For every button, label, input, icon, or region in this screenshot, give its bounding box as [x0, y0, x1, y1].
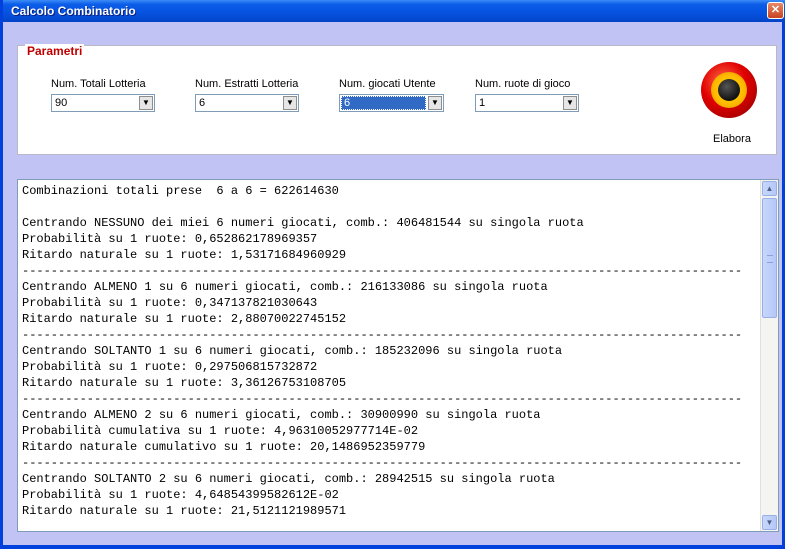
- total-numbers-select[interactable]: 90 ▼: [51, 94, 155, 112]
- result-line: Probabilità cumulativa su 1 ruote: 4,963…: [22, 424, 419, 438]
- elabora-button[interactable]: [701, 62, 757, 118]
- result-line: Ritardo naturale su 1 ruote: 2,880700227…: [22, 312, 347, 326]
- result-line: Ritardo naturale su 1 ruote: 1,531716849…: [22, 248, 347, 262]
- chevron-down-icon[interactable]: ▼: [283, 96, 297, 110]
- result-line: Probabilità su 1 ruote: 0,65286217896935…: [22, 232, 318, 246]
- result-line: Ritardo naturale su 1 ruote: 3,361267531…: [22, 376, 347, 390]
- window-title: Calcolo Combinatorio: [11, 4, 136, 18]
- results-text: Combinazioni totali prese 6 a 6 = 622614…: [22, 183, 760, 519]
- chevron-down-icon[interactable]: ▼: [428, 96, 442, 110]
- user-numbers-label: Num. giocati Utente: [339, 78, 436, 90]
- result-line: Centrando ALMENO 2 su 6 numeri giocati, …: [22, 408, 541, 422]
- parameters-legend: Parametri: [25, 44, 85, 58]
- close-button[interactable]: ✕: [767, 2, 784, 19]
- result-line: Centrando SOLTANTO 1 su 6 numeri giocati…: [22, 344, 563, 358]
- user-numbers-select[interactable]: 6 ▼: [339, 94, 444, 112]
- wheels-value: 1: [479, 97, 486, 109]
- drawn-numbers-value: 6: [199, 97, 206, 109]
- result-line: Probabilità su 1 ruote: 0,34713782103064…: [22, 296, 318, 310]
- total-numbers-value: 90: [55, 97, 68, 109]
- result-line: Ritardo naturale su 1 ruote: 21,51211219…: [22, 504, 347, 518]
- drawn-numbers-label: Num. Estratti Lotteria: [195, 78, 299, 90]
- chevron-down-icon: ▼: [765, 518, 774, 527]
- result-line: ----------------------------------------…: [22, 328, 743, 342]
- result-line: ----------------------------------------…: [22, 392, 743, 406]
- chevron-down-icon[interactable]: ▼: [563, 96, 577, 110]
- chevron-up-icon: ▲: [765, 184, 774, 193]
- result-line: Centrando NESSUNO dei miei 6 numeri gioc…: [22, 216, 584, 230]
- scroll-down-button[interactable]: ▼: [762, 515, 777, 530]
- drawn-numbers-select[interactable]: 6 ▼: [195, 94, 299, 112]
- result-line: Probabilità su 1 ruote: 4,64854399582612…: [22, 488, 339, 502]
- record-button-core: [718, 79, 740, 101]
- result-line: Probabilità su 1 ruote: 0,29750681573287…: [22, 360, 318, 374]
- result-line: ----------------------------------------…: [22, 456, 743, 470]
- result-line: Centrando SOLTANTO 2 su 6 numeri giocati…: [22, 472, 555, 486]
- app-window: Calcolo Combinatorio ✕ Parametri Num. To…: [0, 0, 785, 549]
- scroll-thumb[interactable]: [762, 198, 777, 318]
- close-icon: ✕: [770, 4, 781, 16]
- total-numbers-label: Num. Totali Lotteria: [51, 78, 146, 90]
- wheels-select[interactable]: 1 ▼: [475, 94, 579, 112]
- wheels-label: Num. ruote di gioco: [475, 78, 571, 90]
- elabora-label: Elabora: [713, 133, 751, 145]
- chevron-down-icon[interactable]: ▼: [139, 96, 153, 110]
- results-textbox[interactable]: Combinazioni totali prese 6 a 6 = 622614…: [17, 179, 779, 532]
- result-line: Centrando ALMENO 1 su 6 numeri giocati, …: [22, 280, 548, 294]
- parameters-group: Parametri Num. Totali Lotteria 90 ▼ Num.…: [17, 44, 777, 155]
- title-bar[interactable]: Calcolo Combinatorio ✕: [3, 0, 785, 22]
- vertical-scrollbar[interactable]: ▲ ▼: [760, 180, 778, 531]
- user-numbers-value: 6: [341, 96, 426, 110]
- scroll-up-button[interactable]: ▲: [762, 181, 777, 196]
- result-line: Ritardo naturale cumulativo su 1 ruote: …: [22, 440, 426, 454]
- grip-icon: [767, 255, 773, 263]
- result-line: ----------------------------------------…: [22, 264, 743, 278]
- result-line: Combinazioni totali prese 6 a 6 = 622614…: [22, 184, 339, 198]
